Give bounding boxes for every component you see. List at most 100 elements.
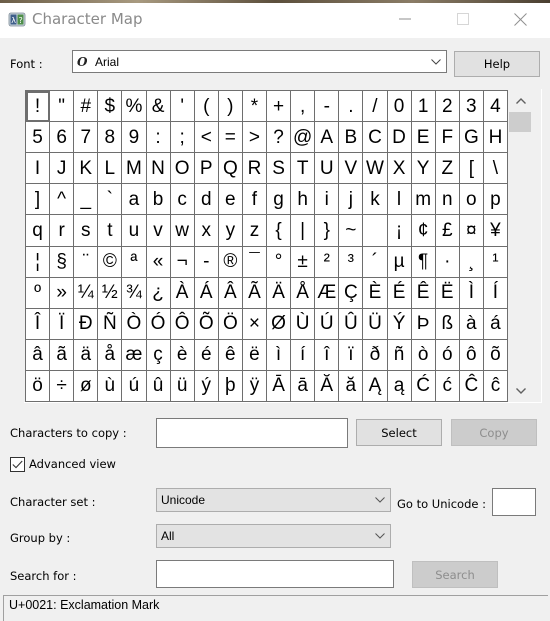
character-cell[interactable]: î (315, 339, 340, 371)
character-cell[interactable]: ¡ (387, 215, 412, 247)
character-cell[interactable]: ā (291, 370, 316, 402)
character-cell[interactable]: v (146, 215, 171, 247)
character-cell[interactable]: ` (98, 184, 123, 216)
character-cell[interactable]: E (411, 122, 436, 154)
character-cell[interactable]: A (315, 122, 340, 154)
character-cell[interactable]: ç (146, 339, 171, 371)
character-cell[interactable]: ª (122, 246, 147, 278)
character-cell[interactable]: ô (459, 339, 484, 371)
character-cell[interactable]: G (459, 122, 484, 154)
character-cell[interactable]: Ú (315, 308, 340, 340)
character-cell[interactable]: L (98, 153, 123, 185)
character-cell[interactable]: ! (26, 91, 51, 123)
character-cell[interactable]: ¼ (74, 277, 99, 309)
character-cell[interactable]: ü (170, 370, 195, 402)
character-cell[interactable]: Ü (363, 308, 388, 340)
character-cell[interactable]: â (26, 339, 51, 371)
scrollbar-thumb[interactable] (509, 112, 531, 132)
character-cell[interactable]: # (74, 91, 99, 123)
character-cell[interactable]: % (122, 91, 147, 123)
character-cell[interactable]: Ï (50, 308, 75, 340)
character-cell[interactable]: V (339, 153, 364, 185)
character-cell[interactable]: Ă (315, 370, 340, 402)
character-cell[interactable]: Ô (170, 308, 195, 340)
character-cell[interactable]: p (483, 184, 508, 216)
character-cell[interactable]: Ą (363, 370, 388, 402)
character-cell[interactable]: ^ (50, 184, 75, 216)
character-cell[interactable]: Å (291, 277, 316, 309)
character-cell[interactable]: d (194, 184, 219, 216)
character-cell[interactable]: ¿ (146, 277, 171, 309)
character-cell[interactable]: < (194, 122, 219, 154)
character-cell[interactable]: f (242, 184, 267, 216)
character-cell[interactable]: º (26, 277, 51, 309)
character-cell[interactable]: Õ (194, 308, 219, 340)
character-cell[interactable]: þ (218, 370, 243, 402)
character-cell[interactable]: Ó (146, 308, 171, 340)
character-cell[interactable]: Í (483, 277, 508, 309)
character-cell[interactable]: : (146, 122, 171, 154)
character-cell[interactable]: = (218, 122, 243, 154)
character-cell[interactable]: m (411, 184, 436, 216)
character-cell[interactable]: ĉ (483, 370, 508, 402)
character-cell[interactable]: _ (74, 184, 99, 216)
character-cell[interactable]: K (74, 153, 99, 185)
character-cell[interactable]: á (483, 308, 508, 340)
character-cell[interactable]: ï (339, 339, 364, 371)
group-by-dropdown[interactable]: All (156, 524, 391, 548)
character-cell[interactable]: . (339, 91, 364, 123)
character-cell[interactable]: ÿ (242, 370, 267, 402)
character-cell[interactable]: ~ (339, 215, 364, 247)
font-dropdown[interactable]: O Arial (72, 50, 447, 73)
character-cell[interactable]: + (267, 91, 292, 123)
character-cell[interactable]: Ò (122, 308, 147, 340)
character-cell[interactable]: > (242, 122, 267, 154)
character-cell[interactable]: ? (267, 122, 292, 154)
scroll-down-button[interactable] (510, 382, 532, 400)
character-cell[interactable]: ² (315, 246, 340, 278)
character-cell[interactable]: ¨ (74, 246, 99, 278)
character-cell[interactable]: M (122, 153, 147, 185)
character-cell[interactable]: ð (363, 339, 388, 371)
character-cell[interactable]: ß (435, 308, 460, 340)
character-cell[interactable]: W (363, 153, 388, 185)
character-cell[interactable]: × (242, 308, 267, 340)
character-cell[interactable]: u (122, 215, 147, 247)
character-cell[interactable]: ' (170, 91, 195, 123)
character-cell[interactable]: Ñ (98, 308, 123, 340)
character-cell[interactable]: 9 (122, 122, 147, 154)
character-cell[interactable]: Ì (459, 277, 484, 309)
character-cell[interactable]: R (242, 153, 267, 185)
character-cell[interactable]: S (267, 153, 292, 185)
character-cell[interactable]: é (194, 339, 219, 371)
select-button[interactable]: Select (356, 419, 442, 446)
character-cell[interactable]: É (387, 277, 412, 309)
character-cell[interactable]: ¤ (459, 215, 484, 247)
character-cell[interactable]: o (459, 184, 484, 216)
character-cell[interactable]: ä (74, 339, 99, 371)
character-cell[interactable]: | (291, 215, 316, 247)
character-cell[interactable]: 5 (26, 122, 51, 154)
help-button[interactable]: Help (454, 51, 540, 77)
character-cell[interactable]: Ê (411, 277, 436, 309)
character-cell[interactable]: µ (387, 246, 412, 278)
character-cell[interactable]: Ð (74, 308, 99, 340)
character-cell[interactable]: Á (194, 277, 219, 309)
character-grid[interactable]: ! " # $% & '() * +, -./0 1 2 3 4 5 6 7 8 9:; < = >? @ A B C D E F G H… (25, 90, 508, 402)
character-cell[interactable]: w (170, 215, 195, 247)
character-cell[interactable]: 1 (411, 91, 436, 123)
character-cell[interactable]: Û (339, 308, 364, 340)
character-cell[interactable]: 7 (74, 122, 99, 154)
character-cell[interactable]: Ù (291, 308, 316, 340)
character-cell[interactable]: Ö (218, 308, 243, 340)
character-cell[interactable]: C (363, 122, 388, 154)
advanced-view-checkbox[interactable] (10, 457, 25, 472)
character-cell[interactable]: § (50, 246, 75, 278)
character-cell[interactable]: ¢ (411, 215, 436, 247)
advanced-view-label[interactable]: Advanced view (29, 457, 116, 471)
character-cell[interactable]: ó (435, 339, 460, 371)
character-cell[interactable]: à (459, 308, 484, 340)
character-cell[interactable]: j (339, 184, 364, 216)
character-cell[interactable]: / (363, 91, 388, 123)
character-cell[interactable]: ) (218, 91, 243, 123)
